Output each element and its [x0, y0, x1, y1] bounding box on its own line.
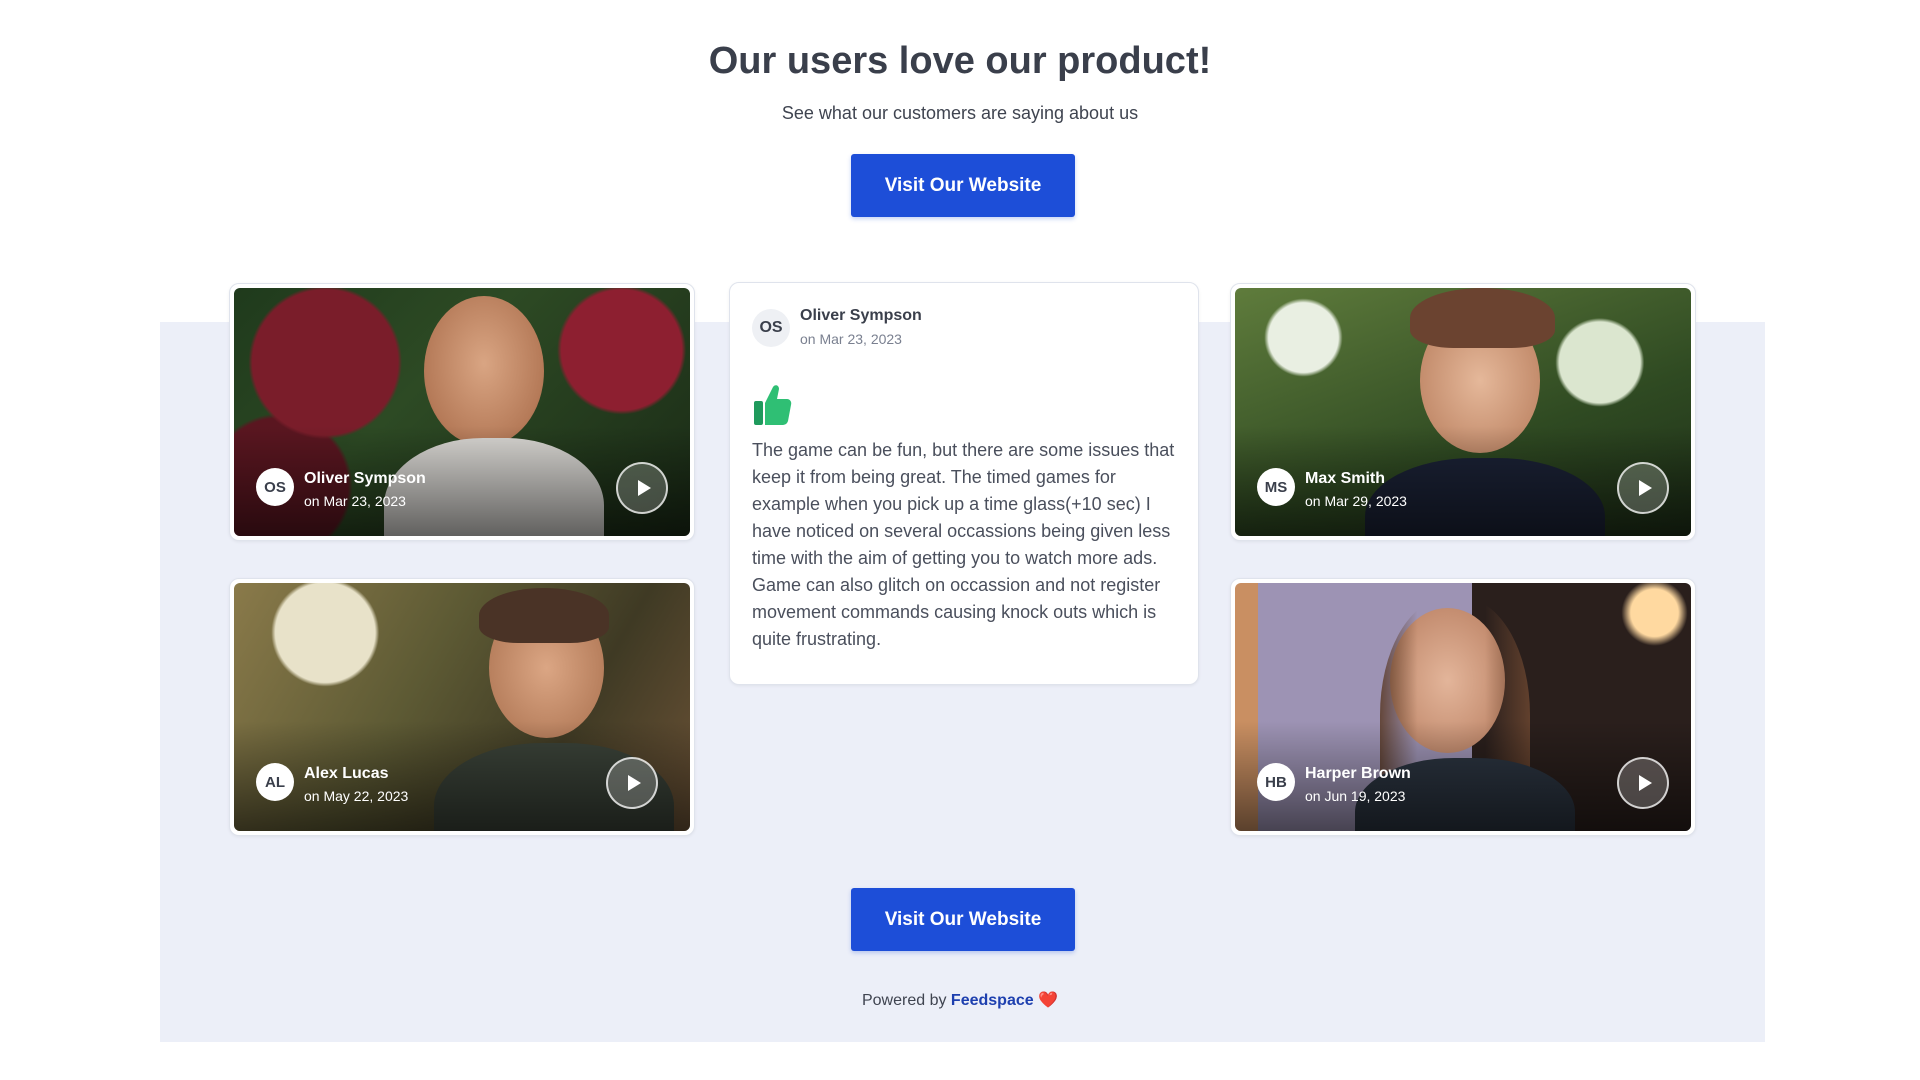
avatar: MS	[1257, 468, 1295, 506]
review-date: on Mar 23, 2023	[304, 493, 406, 509]
avatar: OS	[256, 468, 294, 506]
review-date: on Jun 19, 2023	[1305, 788, 1406, 804]
text-testimonial-card: OS Oliver Sympson on Mar 23, 2023 The ga…	[729, 282, 1199, 685]
video-thumbnail: OS Oliver Sympson on Mar 23, 2023	[234, 288, 690, 536]
reviewer-name: Oliver Sympson	[800, 307, 922, 324]
reviewer-name: Harper Brown	[1305, 765, 1411, 782]
review-date: on Mar 23, 2023	[800, 331, 902, 347]
powered-by-label: Powered by	[861, 992, 947, 1009]
play-button[interactable]	[1617, 462, 1669, 514]
reviewer-name: Alex Lucas	[304, 765, 389, 782]
play-button[interactable]	[606, 757, 658, 809]
avatar: HB	[1257, 763, 1295, 801]
play-icon	[1638, 775, 1652, 791]
play-icon	[637, 480, 651, 496]
reviewer-name: Oliver Sympson	[304, 470, 426, 487]
video-thumbnail: AL Alex Lucas on May 22, 2023	[234, 583, 690, 831]
page-title: Our users love our product!	[708, 40, 1212, 82]
video-testimonial-card[interactable]: HB Harper Brown on Jun 19, 2023	[1230, 578, 1696, 836]
page-subtitle: See what our customers are saying about …	[781, 103, 1139, 123]
review-date: on May 22, 2023	[304, 788, 409, 804]
video-testimonial-card[interactable]: AL Alex Lucas on May 22, 2023	[229, 578, 695, 836]
review-date: on Mar 29, 2023	[1305, 493, 1407, 509]
play-icon	[1638, 480, 1652, 496]
video-thumbnail: HB Harper Brown on Jun 19, 2023	[1235, 583, 1691, 831]
play-button[interactable]	[1617, 757, 1669, 809]
review-text: The game can be fun, but there are some …	[752, 440, 1175, 649]
reviewer-name: Max Smith	[1305, 470, 1386, 487]
video-testimonial-card[interactable]: MS Max Smith on Mar 29, 2023	[1230, 283, 1696, 541]
feedspace-link[interactable]: Feedspace	[951, 992, 1034, 1009]
powered-by-footer: Powered by Feedspace ❤️	[0, 990, 1920, 1010]
video-thumbnail: MS Max Smith on Mar 29, 2023	[1235, 288, 1691, 536]
visit-website-button-top[interactable]: Visit Our Website	[851, 154, 1075, 217]
play-icon	[627, 775, 641, 791]
heart-icon: ❤️	[1038, 992, 1059, 1009]
video-testimonial-card[interactable]: OS Oliver Sympson on Mar 23, 2023	[229, 283, 695, 541]
play-button[interactable]	[616, 462, 668, 514]
visit-website-button-bottom[interactable]: Visit Our Website	[851, 888, 1075, 951]
avatar: OS	[752, 309, 790, 347]
thumbs-up-icon	[754, 385, 792, 425]
avatar: AL	[256, 763, 294, 801]
